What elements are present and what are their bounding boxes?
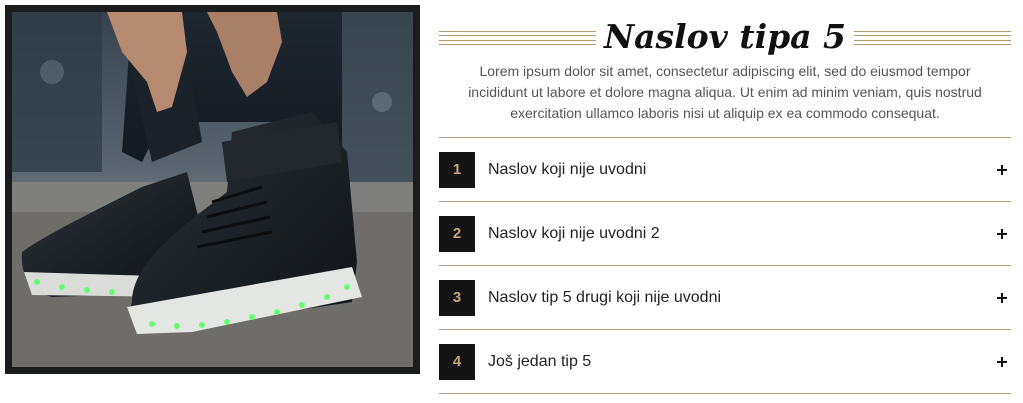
accordion-item-label: Naslov tip 5 drugi koji nije uvodni — [488, 288, 722, 306]
item-number: 1 — [439, 151, 475, 188]
accordion-item-label: Naslov koji nije uvodni 2 — [488, 224, 660, 242]
accordion-item-label: Naslov koji nije uvodni — [488, 160, 647, 178]
plus-icon[interactable] — [993, 289, 1011, 307]
item-number: 4 — [439, 343, 475, 380]
accordion-item-3[interactable]: 3 Naslov tip 5 drugi koji nije uvodni — [439, 266, 1011, 330]
image-frame — [5, 5, 420, 374]
accordion-item-4[interactable]: 4 Još jedan tip 5 — [439, 330, 1011, 394]
page-title: Naslov tipa 5 — [595, 14, 855, 60]
plus-icon[interactable] — [993, 225, 1011, 243]
plus-icon[interactable] — [993, 353, 1011, 371]
item-number: 2 — [439, 215, 475, 252]
accordion-item-2[interactable]: 2 Naslov koji nije uvodni 2 — [439, 202, 1011, 266]
intro-text: Lorem ipsum dolor sit amet, consectetur … — [468, 63, 982, 121]
product-photo — [12, 12, 413, 367]
accordion-item-label: Još jedan tip 5 — [488, 352, 592, 370]
page: Naslov tipa 5 Lorem ipsum dolor sit amet… — [0, 0, 1023, 403]
section-heading: Naslov tipa 5 — [439, 14, 1011, 64]
item-number: 3 — [439, 279, 475, 316]
accordion: 1 Naslov koji nije uvodni 2 Naslov koji … — [439, 137, 1011, 394]
accordion-item-1[interactable]: 1 Naslov koji nije uvodni — [439, 138, 1011, 202]
sneakers-illustration — [12, 12, 413, 367]
plus-icon[interactable] — [993, 161, 1011, 179]
